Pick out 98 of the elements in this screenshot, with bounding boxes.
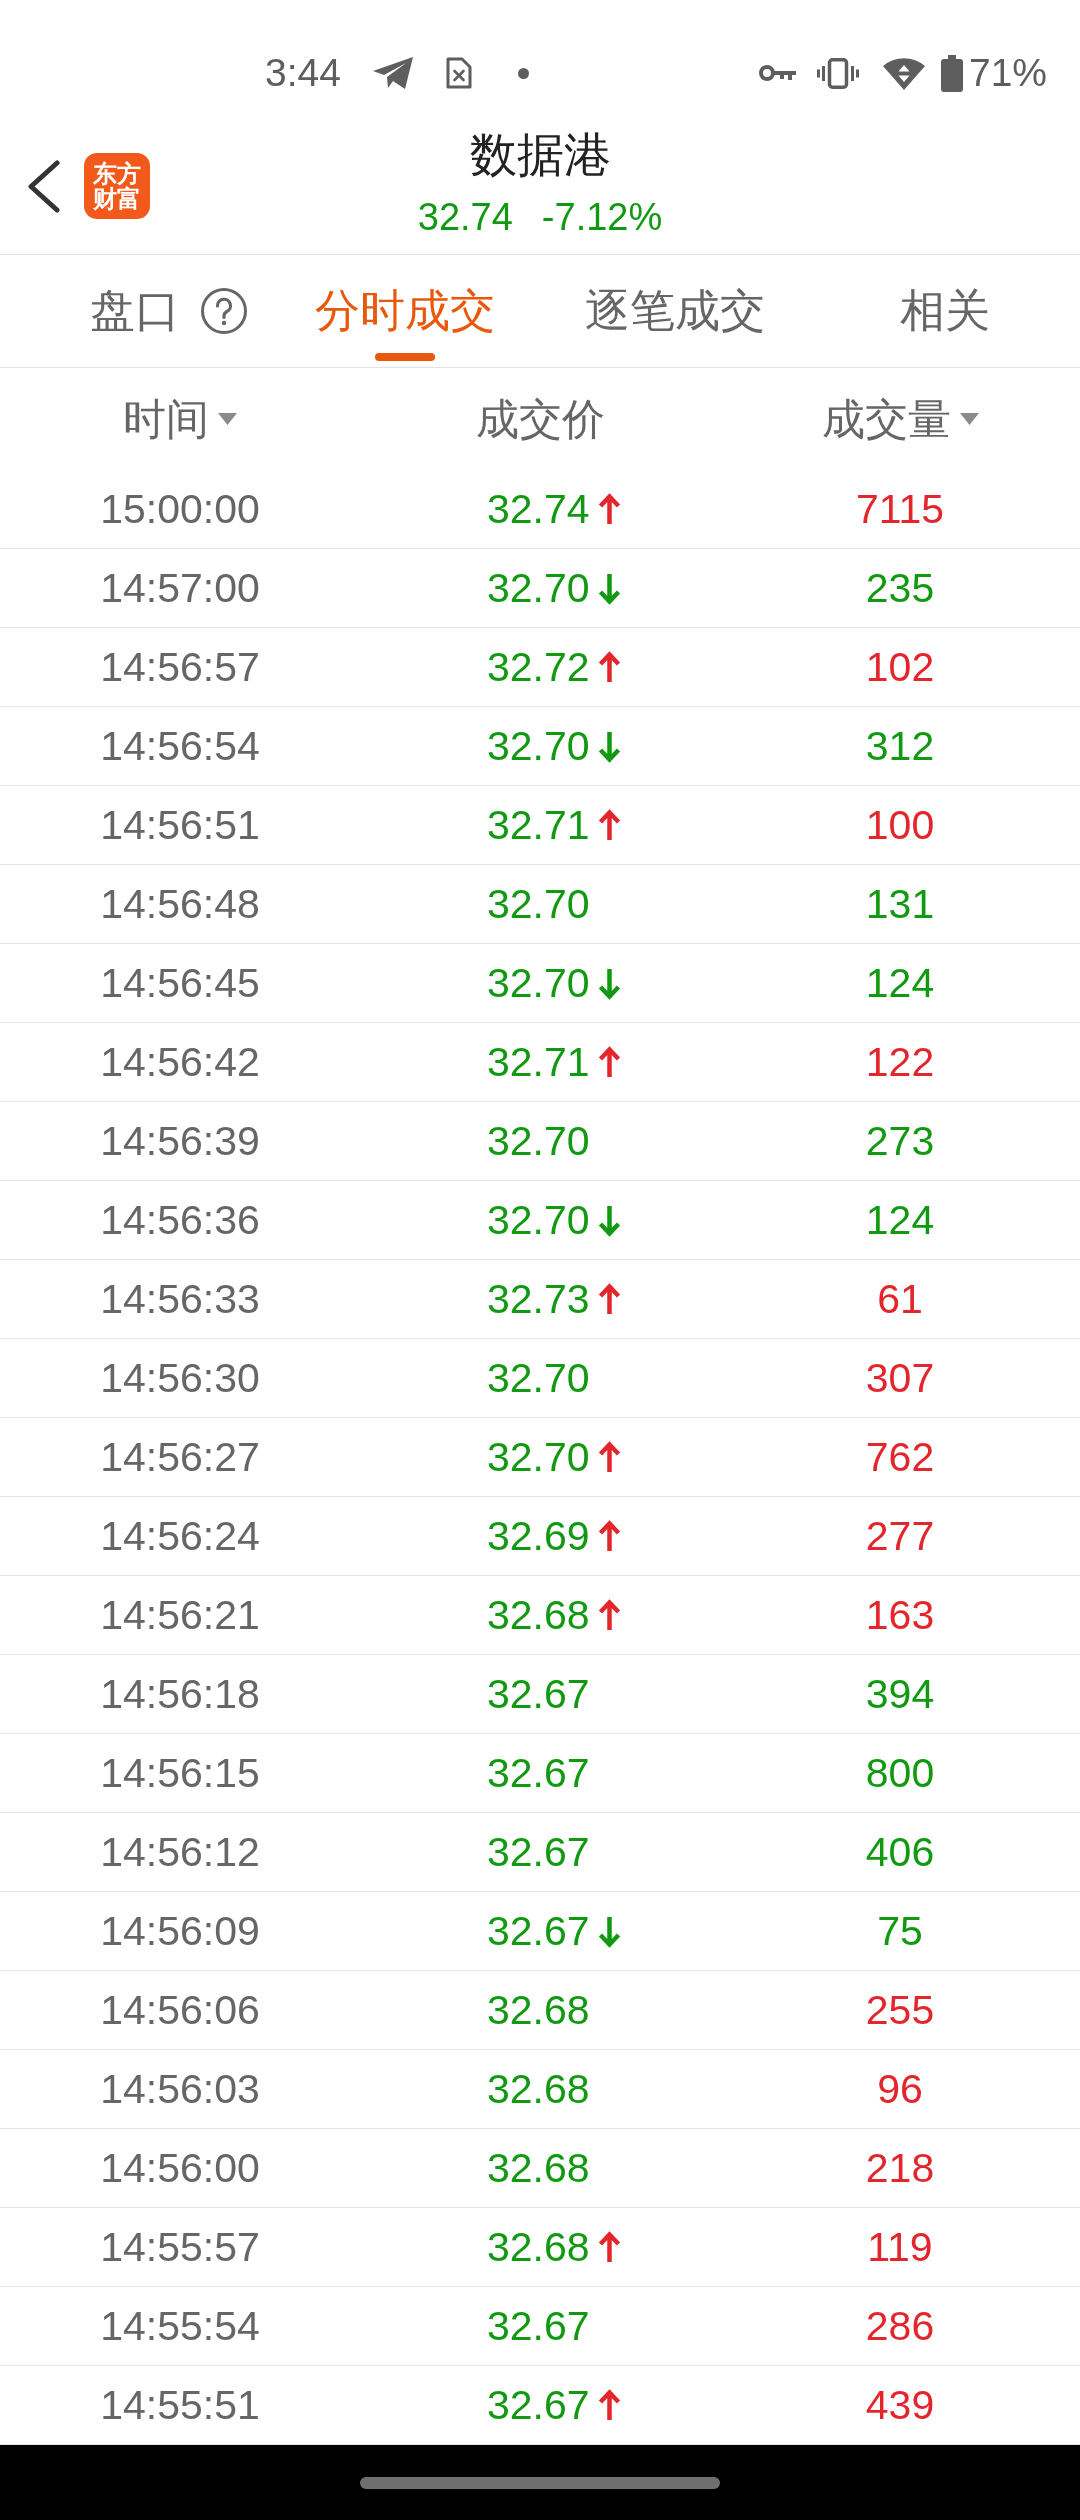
trade-price: 32.67 [487, 1828, 590, 1876]
battery-icon [940, 54, 963, 92]
trade-volume: 124 [865, 1196, 935, 1244]
trade-volume: 119 [867, 2223, 933, 2271]
trade-volume: 131 [865, 880, 935, 928]
trade-time: 14:56:18 [100, 1670, 260, 1718]
trade-volume: 218 [865, 2144, 935, 2192]
trade-volume: 7115 [855, 485, 945, 533]
column-header[interactable]: 成交量 [821, 393, 979, 445]
trade-time: 14:55:57 [100, 2223, 260, 2271]
trade-volume: 800 [865, 1749, 935, 1797]
trade-time: 14:56:30 [100, 1354, 260, 1402]
trade-volume: 439 [865, 2381, 935, 2429]
trade-price: 32.70 [487, 564, 590, 612]
stock-name: 数据港 [469, 127, 611, 183]
column-header[interactable]: 时间 [123, 393, 237, 445]
trade-volume: 277 [865, 1512, 935, 1560]
trade-price: 32.67 [487, 2381, 590, 2429]
back-icon[interactable] [26, 159, 61, 213]
trade-time: 14:56:06 [100, 1986, 260, 2034]
trade-time: 14:55:51 [100, 2381, 260, 2429]
trade-price: 32.73 [487, 1275, 590, 1323]
trade-volume: 762 [865, 1433, 935, 1481]
trade-volume: 124 [865, 959, 935, 1007]
trade-time: 14:56:15 [100, 1749, 260, 1797]
trade-time: 14:55:54 [100, 2302, 260, 2350]
trade-price: 32.70 [487, 1354, 590, 1402]
trade-time: 14:56:45 [100, 959, 260, 1007]
trade-price: 32.72 [487, 643, 590, 691]
column-header: 成交价 [475, 394, 605, 445]
trade-price: 32.68 [487, 1986, 590, 2034]
trade-price: 32.67 [487, 2302, 590, 2350]
home-indicator[interactable] [360, 2476, 720, 2489]
trade-price: 32.71 [487, 1038, 590, 1086]
trade-volume: 61 [877, 1275, 923, 1323]
trade-time: 14:56:39 [100, 1117, 260, 1165]
trade-volume: 312 [865, 722, 935, 770]
trade-time: 14:56:57 [100, 643, 260, 691]
trade-time: 14:56:24 [100, 1512, 260, 1560]
trade-price: 32.67 [487, 1670, 590, 1718]
trade-volume: 255 [865, 1986, 935, 2034]
trade-price: 32.70 [487, 880, 590, 928]
trade-time: 14:56:21 [100, 1591, 260, 1639]
trade-volume: 406 [865, 1828, 935, 1876]
trade-price: 32.70 [487, 1196, 590, 1244]
trade-time: 14:56:33 [100, 1275, 260, 1323]
trade-volume: 163 [865, 1591, 935, 1639]
battery-percent: 71% [968, 50, 1047, 96]
app-logo: 东方财富 [84, 153, 150, 219]
trade-price: 32.69 [487, 1512, 590, 1560]
tab[interactable]: 盘口 [0, 255, 270, 367]
trade-volume: 286 [865, 2302, 935, 2350]
sim-card-icon [444, 57, 472, 89]
trade-time: 14:56:48 [100, 880, 260, 928]
trade-price: 32.67 [487, 1907, 590, 1955]
trade-time: 14:56:12 [100, 1828, 260, 1876]
trade-price: 32.70 [487, 1117, 590, 1165]
trade-volume: 75 [877, 1907, 923, 1955]
trade-time: 14:56:27 [100, 1433, 260, 1481]
trade-price: 32.67 [487, 1749, 590, 1797]
dot-icon [517, 67, 529, 79]
price-change: -7.12% [541, 195, 663, 240]
trade-time: 14:56:09 [100, 1907, 260, 1955]
tab[interactable]: 逐笔成交 [540, 255, 810, 367]
trade-price: 32.70 [487, 959, 590, 1007]
paper-plane-icon [371, 56, 414, 90]
tab[interactable]: 分时成交 [270, 255, 540, 367]
help-icon[interactable] [201, 288, 247, 334]
stock-price: 32.74 [417, 195, 513, 240]
trade-time: 14:56:42 [100, 1038, 260, 1086]
trade-time: 14:57:00 [100, 564, 260, 612]
key-icon [758, 64, 796, 82]
trade-volume: 307 [865, 1354, 935, 1402]
trade-price: 32.70 [487, 1433, 590, 1481]
trade-price: 32.71 [487, 801, 590, 849]
tab[interactable]: 相关 [810, 255, 1080, 367]
trade-time: 15:00:00 [100, 485, 260, 533]
trade-volume: 96 [877, 2065, 923, 2113]
vibrate-icon [816, 57, 859, 89]
trade-price: 32.68 [487, 2223, 590, 2271]
trade-volume: 273 [865, 1117, 935, 1165]
trade-price: 32.68 [487, 2144, 590, 2192]
trade-time: 14:56:00 [100, 2144, 260, 2192]
trade-price: 32.70 [487, 722, 590, 770]
trade-volume: 235 [865, 564, 935, 612]
trade-price: 32.68 [487, 2065, 590, 2113]
trade-time: 14:56:51 [100, 801, 260, 849]
wifi-icon [882, 56, 925, 90]
status-time: 3:44 [265, 50, 341, 96]
trade-price: 32.68 [487, 1591, 590, 1639]
trade-time: 14:56:54 [100, 722, 260, 770]
trade-volume: 100 [865, 801, 935, 849]
trade-volume: 394 [865, 1670, 935, 1718]
trade-time: 14:56:36 [100, 1196, 260, 1244]
trade-volume: 122 [865, 1038, 935, 1086]
trade-price: 32.74 [487, 485, 590, 533]
trade-volume: 102 [865, 643, 935, 691]
trade-time: 14:56:03 [100, 2065, 260, 2113]
